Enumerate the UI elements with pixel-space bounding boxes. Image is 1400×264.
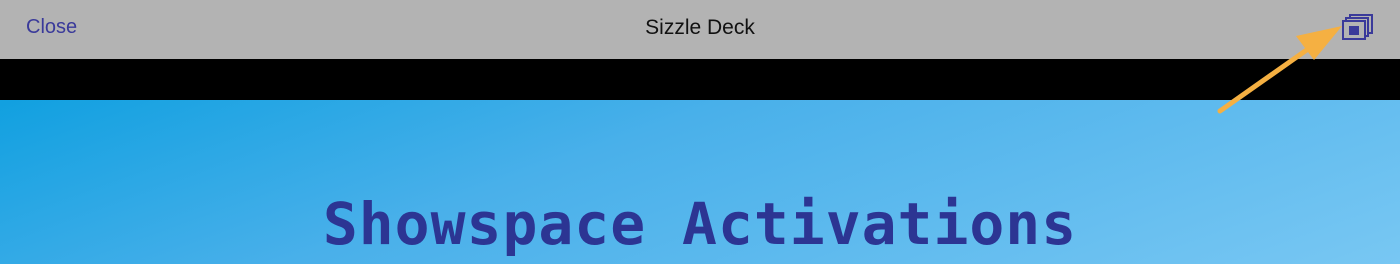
stacked-slides-icon xyxy=(1342,14,1373,40)
page-title: Sizzle Deck xyxy=(645,16,755,39)
stacked-slides-button[interactable] xyxy=(1340,12,1376,44)
letterbox-band xyxy=(0,59,1400,100)
slide-title: Showspace Activations xyxy=(322,190,1078,258)
top-navigation-bar: Close Sizzle Deck xyxy=(0,0,1400,59)
slide-preview[interactable]: Showspace Activations xyxy=(0,100,1400,264)
